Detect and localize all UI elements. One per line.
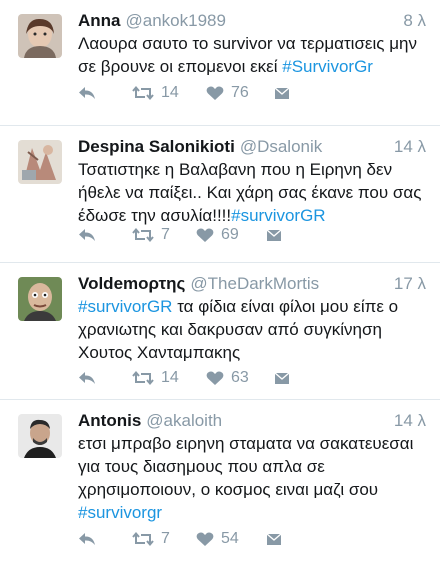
author-name[interactable]: Antonis [78, 411, 141, 430]
retweet-button[interactable]: 14 [132, 367, 179, 389]
reply-icon [79, 87, 95, 99]
avatar[interactable] [18, 277, 62, 321]
heart-icon [196, 532, 214, 546]
tweet-line: σε βρουνε οι επομενοι εκεί #SurvivorGr [78, 55, 426, 78]
tweet-header: Anna @ankok1989 8 λ [78, 10, 426, 32]
envelope-icon [266, 533, 282, 545]
like-count: 76 [231, 84, 249, 101]
like-button[interactable]: 63 [206, 367, 249, 389]
retweet-button[interactable]: 14 [132, 82, 179, 104]
tweet-card[interactable]: Voldemορτης @TheDarkMortis 17 λ #survivor… [0, 263, 440, 400]
reply-button[interactable] [78, 367, 96, 389]
heart-icon [206, 86, 224, 100]
retweet-button[interactable]: 7 [132, 528, 170, 550]
tweet-line-text: σε βρουνε οι επομενοι εκεί [78, 57, 283, 76]
author-handle[interactable]: @Dsalonik [240, 137, 322, 156]
tweet-header: Voldemορτης @TheDarkMortis 17 λ [78, 273, 426, 295]
tweet-line: χρανιωτης και δακρυσαν από συγκίνηση [78, 320, 382, 339]
tweet-text: Τσατιστηκε η Βαλαβανη που η Ειρηνη δεν ή… [78, 158, 426, 227]
direct-message-button[interactable] [266, 224, 282, 246]
retweet-icon [132, 370, 154, 386]
tweet-line: χρησιμοποιουν, ο κοσμος ειναι μαζι σου [78, 480, 379, 499]
tweet-line: για τους διασημους που απλα σε [78, 457, 325, 476]
author-name[interactable]: Despina Salonikioti [78, 137, 235, 156]
reply-icon [79, 229, 95, 241]
avatar[interactable] [18, 140, 62, 184]
like-button[interactable]: 69 [196, 224, 239, 246]
like-button[interactable]: 54 [196, 528, 239, 550]
tweet-actions: 7 69 [78, 224, 426, 246]
direct-message-button[interactable] [266, 528, 282, 550]
reply-button[interactable] [78, 82, 96, 104]
retweet-button[interactable]: 7 [132, 224, 170, 246]
author-handle[interactable]: @akaloith [146, 411, 222, 430]
avatar-photo-art-icon [18, 140, 62, 184]
author-name[interactable]: Anna [78, 11, 121, 30]
retweet-icon [132, 227, 154, 243]
hashtag-link[interactable]: #survivorGR [78, 297, 172, 316]
avatar-photo-man-icon [18, 414, 62, 458]
tweet-line: #survivorGR τα φίδια είναι φίλοι μου είπ… [78, 295, 426, 318]
hashtag-link[interactable]: #SurvivorGr [282, 57, 373, 76]
heart-icon [196, 228, 214, 242]
avatar[interactable] [18, 414, 62, 458]
like-count: 63 [231, 369, 249, 386]
avatar-photo-woman-icon [18, 14, 62, 58]
tweet-line: ετσι μπραβο ειρηνη σταματα να σακατευεσα… [78, 434, 414, 453]
tweet-card[interactable]: Despina Salonikioti @Dsalonik 14 λ Τσατισ… [0, 126, 440, 263]
tweet-text: Λαουρα σαυτο το survivor να τερματισεις … [78, 32, 426, 78]
tweet-text: #survivorGR τα φίδια είναι φίλοι μου είπ… [78, 295, 426, 364]
retweet-icon [132, 531, 154, 547]
tweet-line-text: έδωσε την ασυλία!!!! [78, 206, 232, 225]
author-handle[interactable]: @TheDarkMortis [190, 274, 319, 293]
envelope-icon [274, 372, 290, 384]
tweet-header: Antonis @akaloith 14 λ [78, 410, 426, 432]
tweet-line: ήθελε να παίξει.. Και χάρη σας έκανε που… [78, 183, 422, 202]
avatar[interactable] [18, 14, 62, 58]
tweet-line: Τσατιστηκε η Βαλαβανη που η Ειρηνη δεν [78, 160, 393, 179]
envelope-icon [266, 229, 282, 241]
like-count: 54 [221, 530, 239, 547]
tweet-card[interactable]: Antonis @akaloith 14 λ ετσι μπραβο ειρηνη… [0, 400, 440, 563]
direct-message-button[interactable] [274, 82, 290, 104]
retweet-count: 7 [161, 530, 170, 547]
hashtag-link[interactable]: #survivorgr [78, 503, 162, 522]
author-name[interactable]: Voldemορτης [78, 274, 185, 293]
tweet-feed: Anna @ankok1989 8 λ Λαουρα σαυτο το survi… [0, 0, 440, 563]
reply-button[interactable] [78, 528, 96, 550]
tweet-text: ετσι μπραβο ειρηνη σταματα να σακατευεσα… [78, 432, 426, 524]
avatar-photo-man-bald-icon [18, 277, 62, 321]
hashtag-link[interactable]: #survivorGR [231, 206, 325, 225]
tweet-actions: 14 63 [78, 367, 426, 389]
reply-button[interactable] [78, 224, 96, 246]
reply-icon [79, 533, 95, 545]
tweet-time: 14 λ [393, 411, 426, 430]
like-button[interactable]: 76 [206, 82, 249, 104]
tweet-card[interactable]: Anna @ankok1989 8 λ Λαουρα σαυτο το survi… [0, 0, 440, 126]
retweet-count: 14 [161, 84, 179, 101]
tweet-line: #survivorgr [78, 501, 426, 524]
envelope-icon [274, 87, 290, 99]
tweet-time: 8 λ [403, 11, 426, 30]
retweet-count: 14 [161, 369, 179, 386]
tweet-line: Λαουρα σαυτο το survivor να τερματισεις … [78, 34, 417, 53]
tweet-time: 17 λ [393, 274, 426, 293]
tweet-actions: 14 76 [78, 82, 426, 104]
retweet-count: 7 [161, 226, 170, 243]
tweet-line: Χουτος Χανταμπακης [78, 343, 241, 362]
like-count: 69 [221, 226, 239, 243]
direct-message-button[interactable] [274, 367, 290, 389]
tweet-header: Despina Salonikioti @Dsalonik 14 λ [78, 136, 426, 158]
heart-icon [206, 371, 224, 385]
tweet-line-text: τα φίδια είναι φίλοι μου είπε ο [172, 297, 399, 316]
author-handle[interactable]: @ankok1989 [126, 11, 226, 30]
tweet-actions: 7 54 [78, 528, 426, 550]
tweet-time: 14 λ [393, 137, 426, 156]
reply-icon [79, 372, 95, 384]
retweet-icon [132, 85, 154, 101]
